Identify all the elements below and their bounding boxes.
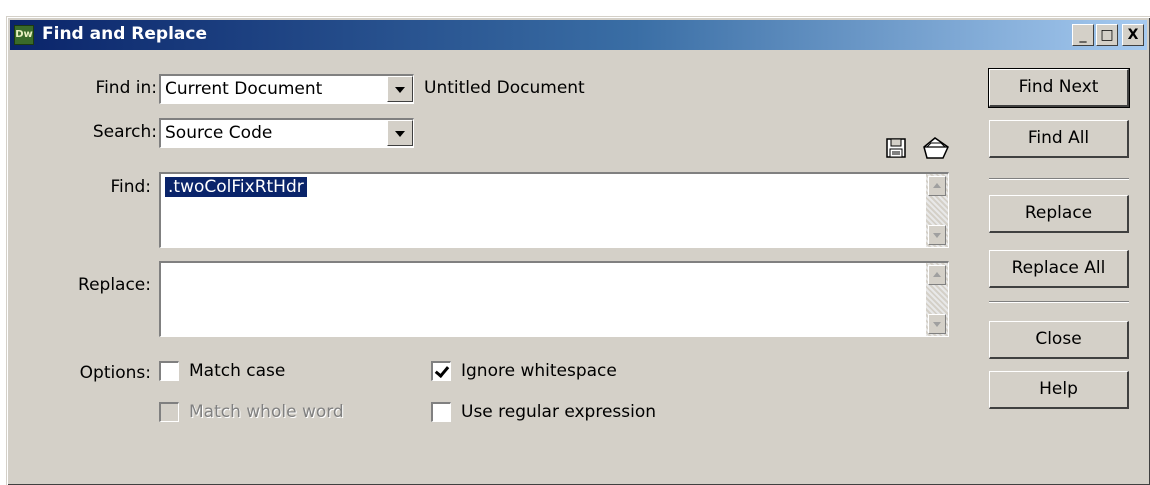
ignore-whitespace-checkbox[interactable]: [431, 361, 451, 381]
replace-scroll-up-button[interactable]: [928, 265, 946, 285]
replace-button[interactable]: Replace: [989, 195, 1129, 233]
minimize-button[interactable]: _: [1072, 24, 1094, 46]
find-scroll-down-button[interactable]: [928, 225, 946, 245]
options-label: Options:: [79, 363, 151, 383]
document-name: Untitled Document: [424, 78, 585, 98]
search-value: Source Code: [165, 123, 273, 143]
use-regex-option[interactable]: Use regular expression: [431, 402, 656, 422]
ignore-whitespace-option[interactable]: Ignore whitespace: [431, 361, 617, 381]
window-title: Find and Replace: [42, 24, 207, 44]
close-button[interactable]: Close: [989, 321, 1129, 359]
match-whole-word-label: Match whole word: [189, 402, 344, 422]
match-case-option[interactable]: Match case: [159, 361, 285, 381]
use-regex-label: Use regular expression: [461, 402, 657, 422]
title-bar[interactable]: Dw Find and Replace _ □ X: [10, 20, 1147, 50]
use-regex-checkbox[interactable]: [431, 402, 451, 422]
help-button[interactable]: Help: [989, 371, 1129, 409]
match-case-label: Match case: [189, 361, 286, 381]
find-text-selected: .twoColFixRtHdr: [165, 177, 307, 197]
replace-label: Replace:: [78, 275, 151, 295]
match-whole-word-option: Match whole word: [159, 402, 344, 422]
find-textarea[interactable]: .twoColFixRtHdr: [159, 172, 949, 248]
button-separator: [989, 301, 1129, 303]
replace-scroll-down-button[interactable]: [928, 314, 946, 334]
save-query-icon[interactable]: [885, 137, 907, 159]
find-label: Find:: [110, 177, 151, 197]
button-separator: [989, 178, 1129, 180]
replace-textarea[interactable]: [159, 261, 949, 337]
search-label: Search:: [92, 122, 157, 142]
close-window-button[interactable]: X: [1122, 24, 1144, 46]
find-all-button[interactable]: Find All: [989, 120, 1129, 158]
load-query-icon[interactable]: [921, 135, 951, 161]
search-select[interactable]: Source Code: [159, 118, 414, 148]
find-scroll-up-button[interactable]: [928, 176, 946, 196]
match-case-checkbox[interactable]: [159, 361, 179, 381]
dreamweaver-app-icon: Dw: [14, 25, 34, 45]
replace-scrollbar[interactable]: [926, 263, 948, 336]
find-in-select[interactable]: Current Document: [159, 74, 414, 104]
find-next-button[interactable]: Find Next: [988, 68, 1130, 108]
find-scrollbar[interactable]: [926, 174, 948, 247]
ignore-whitespace-label: Ignore whitespace: [461, 361, 617, 381]
find-in-value: Current Document: [165, 79, 323, 99]
find-in-label: Find in:: [95, 78, 157, 98]
find-replace-dialog: Dw Find and Replace _ □ X Find in: Curre…: [6, 16, 1150, 485]
match-whole-word-checkbox: [159, 402, 179, 422]
replace-all-button[interactable]: Replace All: [989, 250, 1129, 288]
find-in-dropdown-arrow[interactable]: [387, 76, 413, 102]
search-dropdown-arrow[interactable]: [387, 120, 413, 146]
maximize-button[interactable]: □: [1096, 24, 1118, 46]
